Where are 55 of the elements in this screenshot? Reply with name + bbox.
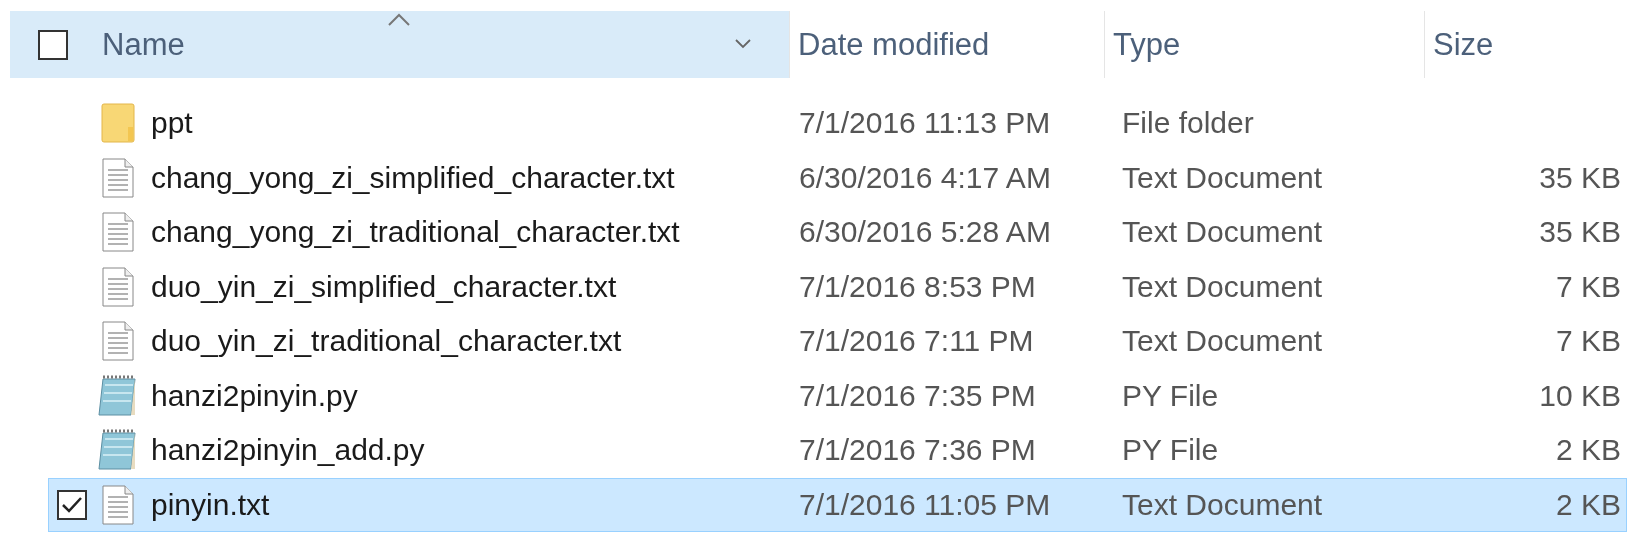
date-modified: 7/1/2016 11:13 PM: [799, 106, 1052, 141]
file-size: 10 KB: [1539, 378, 1621, 413]
file-row[interactable]: ppt 7/1/2016 11:13 PM File folder: [48, 96, 1627, 151]
file-type: File folder: [1122, 106, 1255, 141]
dropdown-caret-icon[interactable]: [735, 39, 751, 49]
file-row[interactable]: duo_yin_zi_simplified_character.txt 7/1/2016 8:53 PM Text Document 7 KB: [48, 259, 1627, 314]
file-name: duo_yin_zi_simplified_character.txt: [151, 269, 617, 304]
file-row[interactable]: hanzi2pinyin_add.py 7/1/2016 7:36 PM PY File 2 KB: [48, 423, 1627, 478]
document-icon: [102, 484, 134, 525]
date-modified: 7/1/2016 11:05 PM: [799, 487, 1052, 522]
file-type: Text Document: [1122, 160, 1324, 195]
notepad-icon: [97, 429, 139, 472]
file-type: Text Document: [1122, 487, 1324, 522]
file-name: hanzi2pinyin_add.py: [151, 433, 425, 468]
checkmark-icon: [61, 495, 83, 514]
file-row[interactable]: hanzi2pinyin.py 7/1/2016 7:35 PM PY File 10 KB: [48, 368, 1627, 423]
document-icon: [102, 212, 134, 253]
document-icon: [102, 321, 134, 362]
file-name: chang_yong_zi_simplified_character.txt: [151, 160, 675, 195]
file-size: 7 KB: [1555, 269, 1621, 304]
notepad-icon: [97, 374, 139, 417]
file-size: 35 KB: [1539, 215, 1621, 250]
file-type: Text Document: [1122, 269, 1324, 304]
file-size: 7 KB: [1555, 324, 1621, 359]
column-header[interactable]: Type: [1105, 11, 1425, 78]
file-size: 35 KB: [1539, 160, 1621, 195]
file-size: 2 KB: [1555, 433, 1621, 468]
date-modified: 7/1/2016 7:11 PM: [799, 324, 1035, 359]
column-header[interactable]: Size: [1425, 11, 1627, 78]
file-type: Text Document: [1122, 215, 1324, 250]
file-name: hanzi2pinyin.py: [151, 378, 358, 413]
checkbox[interactable]: [38, 29, 68, 60]
document-icon: [102, 157, 134, 198]
date-modified: 6/30/2016 4:17 AM: [799, 160, 1052, 195]
file-name: pinyin.txt: [151, 487, 270, 522]
date-modified: 7/1/2016 8:53 PM: [799, 269, 1037, 304]
file-name: ppt: [151, 106, 193, 141]
file-size: 2 KB: [1555, 487, 1621, 522]
document-icon: [102, 266, 134, 307]
column-header[interactable]: Name: [10, 11, 790, 78]
date-modified: 7/1/2016 7:36 PM: [799, 433, 1037, 468]
file-row[interactable]: chang_yong_zi_simplified_character.txt 6/30/2016 4:17 AM Text Document 35 KB: [48, 150, 1627, 205]
date-modified: 7/1/2016 7:35 PM: [799, 378, 1037, 413]
file-row[interactable]: pinyin.txt 7/1/2016 11:05 PM Text Document 2 KB: [48, 477, 1627, 532]
file-row[interactable]: chang_yong_zi_traditional_character.txt 6/30/2016 5:28 AM Text Document 35 KB: [48, 205, 1627, 260]
folder-icon: [101, 103, 135, 144]
file-type: Text Document: [1122, 324, 1324, 359]
checkbox[interactable]: [57, 489, 87, 520]
file-type: PY File: [1122, 433, 1220, 468]
file-name: duo_yin_zi_traditional_character.txt: [151, 324, 622, 359]
file-type: PY File: [1122, 378, 1220, 413]
file-row[interactable]: duo_yin_zi_traditional_character.txt 7/1/2016 7:11 PM Text Document 7 KB: [48, 314, 1627, 369]
date-modified: 6/30/2016 5:28 AM: [799, 215, 1052, 250]
file-name: chang_yong_zi_traditional_character.txt: [151, 215, 680, 250]
column-header[interactable]: Date modified: [790, 11, 1105, 78]
